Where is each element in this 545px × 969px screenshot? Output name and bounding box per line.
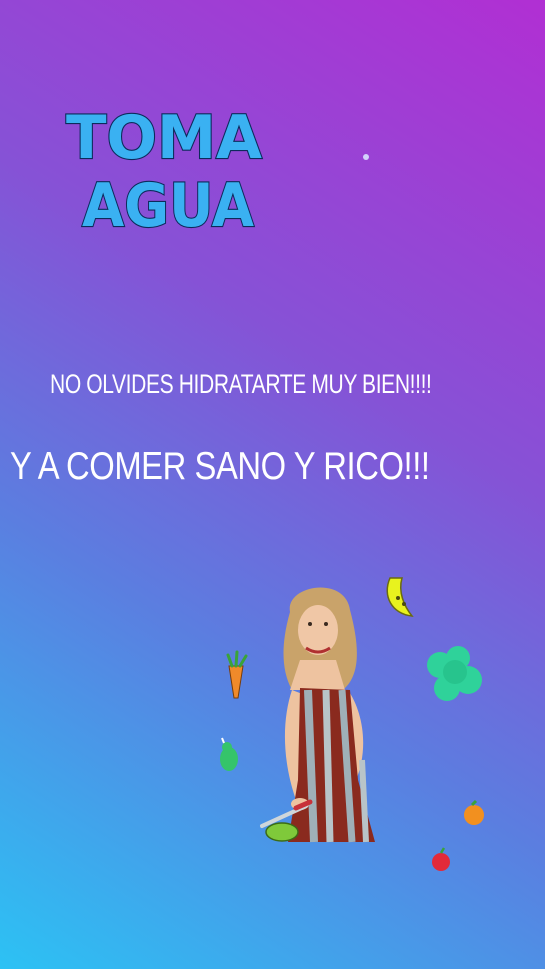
carrot-icon [226, 650, 248, 699]
broccoli-icon [427, 646, 482, 701]
pear-icon [220, 737, 238, 771]
toma-agua-sticker[interactable]: TOMA AGUA [64, 98, 274, 242]
toma-agua-lettering: TOMA AGUA [65, 102, 264, 242]
story-canvas: TOMA AGUA NO OLVIDES HIDRATARTE MUY BIEN… [0, 0, 545, 969]
caption-eat-healthy[interactable]: Y A COMER SANO Y RICO!!! [10, 445, 430, 489]
banana-icon [386, 577, 414, 617]
caption-hydrate[interactable]: NO OLVIDES HIDRATARTE MUY BIEN!!!! [50, 369, 432, 400]
woman-cutting-gif [260, 587, 375, 843]
apple-icon [432, 847, 450, 871]
sparkle-dot [363, 154, 369, 160]
sticker-line-2: AGUA [82, 171, 255, 241]
sticker-line-1: TOMA [66, 103, 263, 173]
orange-icon [464, 799, 484, 825]
